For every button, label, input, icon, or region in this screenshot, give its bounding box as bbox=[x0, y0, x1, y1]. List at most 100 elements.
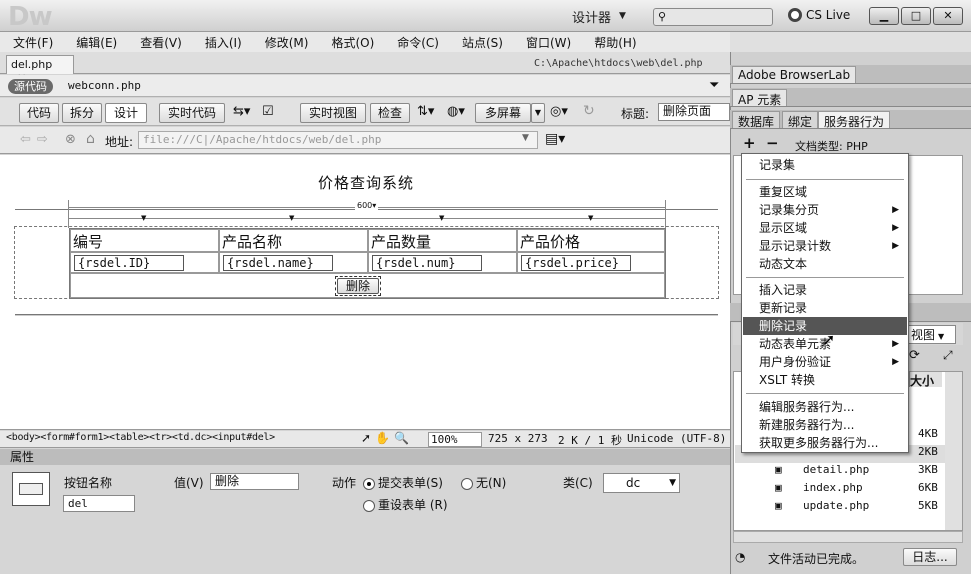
window-controls: ▁ □ ✕ bbox=[869, 7, 963, 25]
add-behavior-button[interactable]: + bbox=[743, 134, 756, 152]
button-name-input[interactable]: del bbox=[63, 495, 135, 512]
related-file-webconn[interactable]: webconn.php bbox=[68, 79, 141, 92]
code-view-button[interactable]: 代码 bbox=[19, 103, 59, 123]
visual-aids-icon[interactable]: ☑ bbox=[262, 104, 274, 119]
page-title-input[interactable]: 删除页面 bbox=[658, 103, 730, 121]
download-size: 2 K / 1 秒 bbox=[558, 434, 622, 447]
menu-item-show-region[interactable]: 显示区域 ▶ bbox=[743, 219, 907, 237]
menu-format[interactable]: 格式(O) bbox=[318, 34, 384, 51]
menu-help[interactable]: 帮助(H) bbox=[581, 34, 646, 51]
filter-icon[interactable]: ⏷ bbox=[709, 78, 719, 93]
menu-item-xslt[interactable]: XSLT 转换 bbox=[743, 371, 907, 389]
menu-edit[interactable]: 编辑(E) bbox=[63, 34, 127, 51]
button-element-icon bbox=[12, 472, 50, 506]
field-rsdel-name[interactable]: {rsdel.name} bbox=[223, 255, 333, 271]
menu-modify[interactable]: 修改(M) bbox=[252, 34, 319, 51]
delete-button[interactable]: 删除 bbox=[337, 278, 379, 294]
close-window-button[interactable]: ✕ bbox=[933, 7, 963, 25]
cs-live-button[interactable]: CS Live bbox=[788, 8, 850, 22]
product-table: 编号 产品名称 产品数量 产品价格 {rsdel.ID} {rsdel.name… bbox=[69, 228, 666, 299]
menu-item-more-behaviors[interactable]: 获取更多服务器行为... bbox=[743, 434, 907, 452]
files-hscrollbar[interactable] bbox=[733, 531, 963, 543]
multiscreen-dropdown[interactable]: ▼ bbox=[531, 103, 545, 123]
radio-submit[interactable]: 提交表单(S) bbox=[363, 474, 443, 491]
split-view-button[interactable]: 拆分 bbox=[62, 103, 102, 123]
inspect-button[interactable]: 检查 bbox=[370, 103, 410, 123]
cell-num[interactable]: {rsdel.num} bbox=[368, 252, 517, 273]
workspace-switcher[interactable]: 设计器 ▼ bbox=[572, 6, 626, 26]
browser-compat-icon[interactable]: ⇆▾ bbox=[233, 104, 250, 119]
menu-item-record-count[interactable]: 显示记录计数 ▶ bbox=[743, 237, 907, 255]
menu-bar: 文件(F) 编辑(E) 查看(V) 插入(I) 修改(M) 格式(O) 命令(C… bbox=[0, 32, 730, 52]
tab-databases[interactable]: 数据库 bbox=[732, 111, 781, 129]
zoom-select[interactable]: 100% bbox=[428, 432, 482, 447]
submenu-arrow-icon: ▶ bbox=[892, 205, 899, 215]
home-icon[interactable]: ⌂ bbox=[86, 131, 95, 147]
menu-item-recordset[interactable]: 记录集 bbox=[743, 156, 907, 174]
live-view-button[interactable]: 实时视图 bbox=[300, 103, 366, 123]
view-select[interactable]: 视图 ▼ bbox=[908, 325, 956, 344]
menu-commands[interactable]: 命令(C) bbox=[384, 34, 449, 51]
cell-id[interactable]: {rsdel.ID} bbox=[70, 252, 219, 273]
menu-insert[interactable]: 插入(I) bbox=[192, 34, 252, 51]
menu-item-edit-behaviors[interactable]: 编辑服务器行为... bbox=[743, 398, 907, 416]
remove-behavior-button[interactable]: − bbox=[766, 134, 779, 152]
refresh-icon[interactable]: ↻ bbox=[583, 103, 595, 119]
tab-del-php[interactable]: del.php × bbox=[6, 55, 74, 84]
nav-arrows-icon[interactable]: ⇦⇨ bbox=[20, 132, 54, 147]
tab-ap-elements[interactable]: AP 元素 bbox=[732, 89, 788, 107]
cell-name[interactable]: {rsdel.name} bbox=[219, 252, 368, 273]
design-view-button[interactable]: 设计 bbox=[105, 103, 147, 123]
menu-item-new-behavior[interactable]: 新建服务器行为... bbox=[743, 416, 907, 434]
help-search-input[interactable]: ⚲ bbox=[653, 8, 773, 26]
expand-icon[interactable]: ⤢ bbox=[943, 348, 953, 363]
tab-browserlab[interactable]: Adobe BrowserLab bbox=[732, 66, 857, 83]
field-rsdel-price[interactable]: {rsdel.price} bbox=[521, 255, 631, 271]
tab-bindings[interactable]: 绑定 bbox=[782, 111, 819, 129]
menu-view[interactable]: 查看(V) bbox=[127, 34, 192, 51]
submenu-arrow-icon: ▶ bbox=[892, 223, 899, 233]
menu-item-dynamic-text[interactable]: 动态文本 bbox=[743, 255, 907, 273]
field-rsdel-num[interactable]: {rsdel.num} bbox=[372, 255, 482, 271]
class-select[interactable]: dc ▼ bbox=[603, 473, 680, 493]
log-button[interactable]: 日志... bbox=[903, 548, 957, 566]
cell-price[interactable]: {rsdel.price} bbox=[517, 252, 665, 273]
file-row[interactable]: ▣ index.php 6KB bbox=[735, 481, 945, 499]
menu-site[interactable]: 站点(S) bbox=[449, 34, 513, 51]
visual-aids-eye-icon[interactable]: ◎▾ bbox=[550, 104, 568, 119]
menu-item-insert-record[interactable]: 插入记录 bbox=[743, 281, 907, 299]
stop-icon[interactable]: ⊗ bbox=[65, 132, 76, 147]
file-row[interactable]: ▣ detail.php 3KB bbox=[735, 463, 945, 481]
value-input[interactable]: 删除 bbox=[210, 473, 299, 490]
preview-browser-icon[interactable]: ◍▾ bbox=[447, 104, 465, 119]
source-code-button[interactable]: 源代码 bbox=[8, 79, 53, 94]
files-scrollbar[interactable] bbox=[945, 372, 962, 530]
menu-item-update-record[interactable]: 更新记录 bbox=[743, 299, 907, 317]
menu-file[interactable]: 文件(F) bbox=[0, 34, 63, 51]
file-row[interactable]: ▣ update.php 5KB bbox=[735, 499, 945, 517]
field-rsdel-id[interactable]: {rsdel.ID} bbox=[74, 255, 184, 271]
maximize-button[interactable]: □ bbox=[901, 7, 931, 25]
tab-server-behaviors[interactable]: 服务器行为 bbox=[818, 111, 891, 129]
header-price: 产品价格 bbox=[517, 229, 665, 252]
menu-item-recordset-paging[interactable]: 记录集分页 ▶ bbox=[743, 201, 907, 219]
address-input[interactable]: file:///C|/Apache/htdocs/web/del.php bbox=[138, 131, 538, 149]
menu-item-repeat-region[interactable]: 重复区域 bbox=[743, 183, 907, 201]
file-management-icon[interactable]: ⇅▾ bbox=[417, 104, 434, 119]
multiscreen-button[interactable]: 多屏幕 bbox=[475, 103, 531, 123]
menu-window[interactable]: 窗口(W) bbox=[513, 34, 581, 51]
minimize-button[interactable]: ▁ bbox=[869, 7, 899, 25]
address-dropdown-icon[interactable]: ▼ bbox=[522, 133, 529, 143]
live-code-button[interactable]: 实时代码 bbox=[159, 103, 225, 123]
select-hand-zoom-icons[interactable]: ➚✋🔍 bbox=[361, 431, 413, 445]
refresh-files-icon[interactable]: ⟳ bbox=[909, 348, 920, 363]
size-column-header[interactable]: 大小 bbox=[909, 372, 942, 388]
radio-none[interactable]: 无(N) bbox=[461, 474, 506, 491]
menu-item-user-auth[interactable]: 用户身份验证 ▶ bbox=[743, 353, 907, 371]
options-menu-icon[interactable]: ▤▾ bbox=[545, 131, 565, 147]
properties-header[interactable]: 属性 bbox=[0, 449, 730, 465]
radio-reset[interactable]: 重设表单 (R) bbox=[363, 496, 448, 513]
cell-delete[interactable]: 删除 bbox=[70, 273, 665, 298]
tag-selector[interactable]: <body><form#form1><table><tr><td.dc><inp… bbox=[6, 432, 275, 443]
window-size[interactable]: 725 x 273 bbox=[488, 432, 548, 445]
